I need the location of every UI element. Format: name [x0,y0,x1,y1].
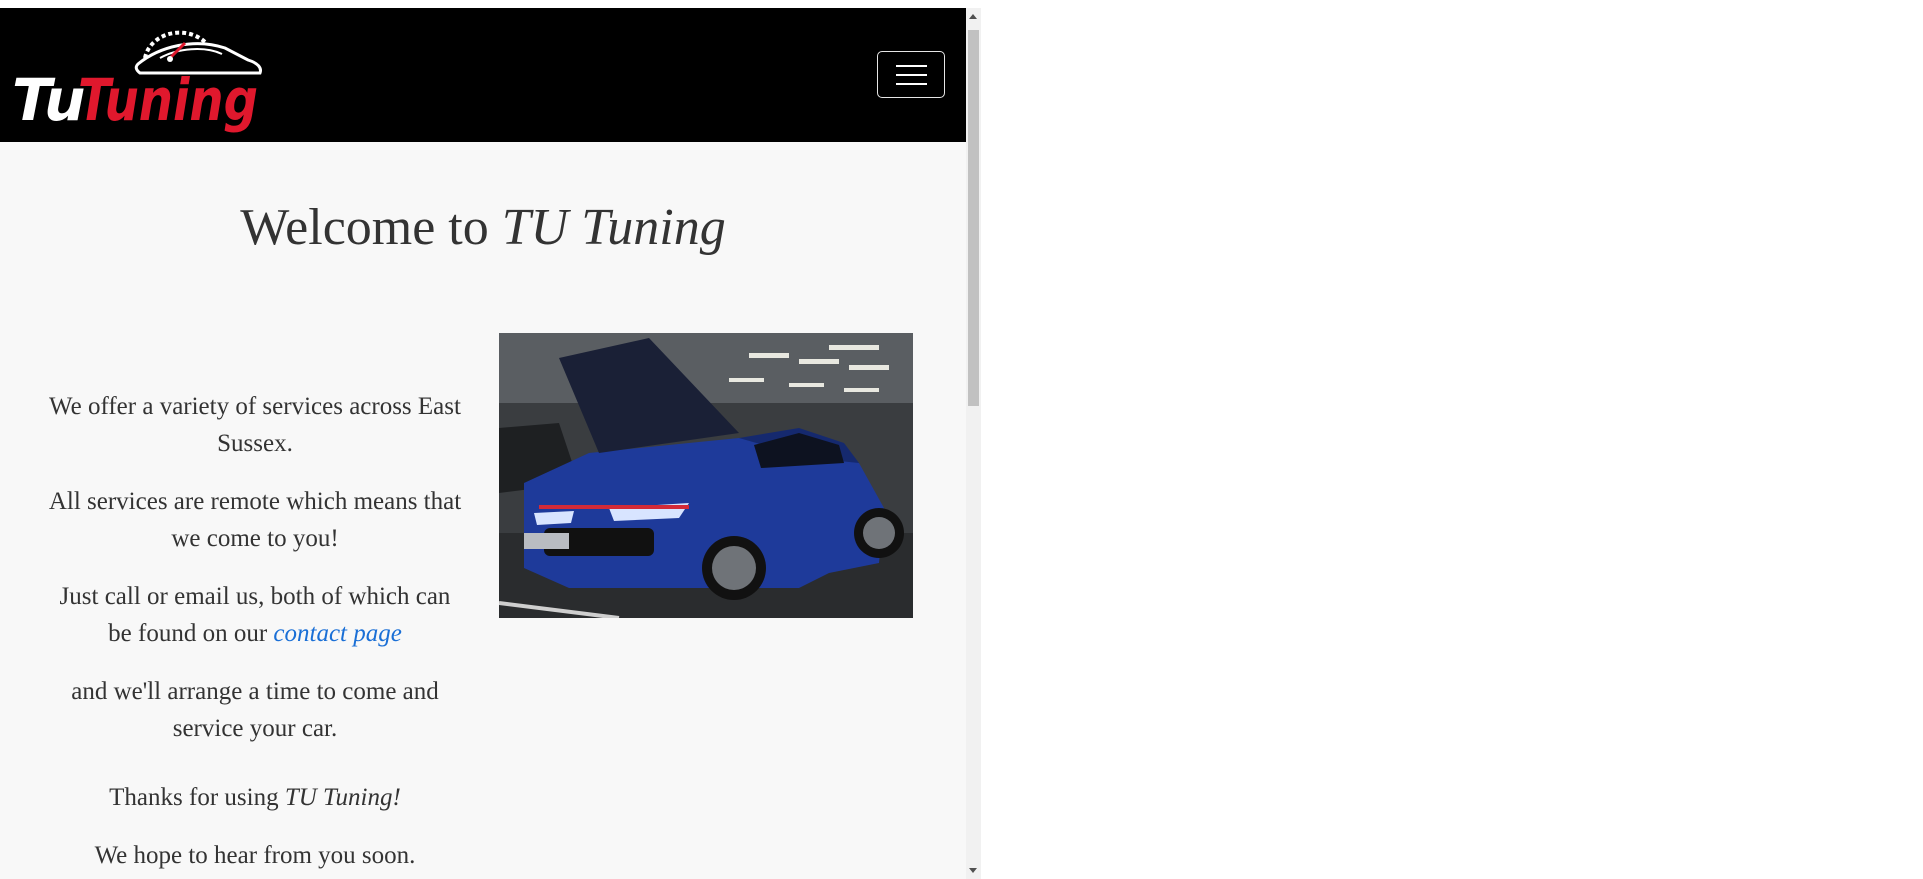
car-photo-illustration [499,333,913,618]
vertical-scrollbar[interactable] [966,8,981,879]
intro-paragraph-contact: Just call or email us, both of which can… [45,578,465,652]
page-title: Welcome to TU Tuning [0,198,966,257]
intro-paragraph-arrange: and we'll arrange a time to come and ser… [71,678,439,742]
scroll-down-arrow-icon[interactable] [969,868,977,873]
thanks-paragraph: Thanks for using TU Tuning! [45,779,465,816]
hamburger-bar [896,83,927,85]
intro-paragraph-services: We offer a variety of services across Ea… [49,393,461,457]
title-brand: TU Tuning [501,199,726,256]
navbar: Tu Tuning [0,8,966,142]
thanks-text: Thanks for using [109,784,285,811]
scrollbar-thumb[interactable] [968,30,979,406]
car-photo [499,333,913,618]
contact-page-link[interactable]: contact page [273,620,401,647]
page-viewport: Tu Tuning Welcome to TU Tuning We offer … [0,8,966,879]
navbar-toggle-button[interactable] [877,51,945,98]
intro-paragraph-remote: All services are remote which means that… [48,488,462,552]
hamburger-bar [896,74,927,76]
closing-paragraph: We hope to hear from you soon. [94,842,416,869]
brand-logo[interactable]: Tu Tuning [10,18,270,136]
title-prefix: Welcome to [240,199,502,256]
svg-text:Tuning: Tuning [78,66,258,134]
tu-tuning-logo: Tu Tuning [12,30,262,134]
intro-text: We offer a variety of services across Ea… [45,388,465,879]
svg-text:Tu: Tu [12,66,85,134]
hamburger-menu-icon [896,65,927,67]
scroll-up-arrow-icon[interactable] [969,14,977,19]
thanks-brand: TU Tuning! [284,784,401,811]
